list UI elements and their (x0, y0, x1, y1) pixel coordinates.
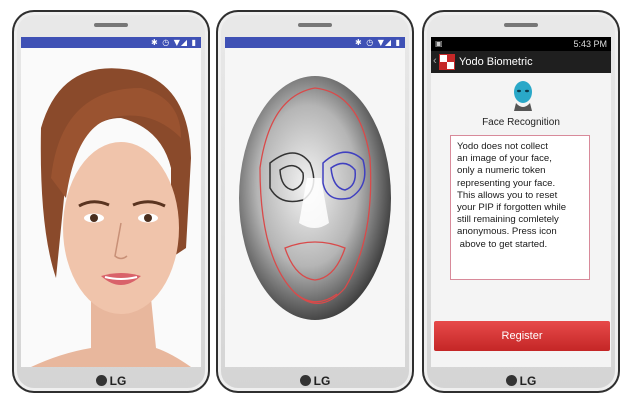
phone-speaker (504, 23, 538, 27)
lg-logo: LG (422, 374, 620, 388)
face-recognition-label: Face Recognition (482, 117, 560, 128)
back-chevron-icon[interactable]: ‹ (433, 55, 437, 67)
lg-brand-text: LG (519, 374, 537, 388)
app-title: Yodo Biometric (459, 56, 533, 68)
info-line: This allows you to reset (457, 189, 558, 201)
info-line: representing your face. (457, 177, 556, 189)
info-line: an image of your face, (457, 153, 552, 165)
lg-logo-icon (505, 375, 517, 386)
status-bar: ✱ ◷ ▼◢ ▮ (21, 37, 201, 48)
status-bar: ✱ ◷ ▼◢ ▮ (225, 37, 405, 48)
lg-logo: LG (216, 374, 414, 388)
lg-brand-text: LG (313, 374, 331, 388)
lg-brand-text: LG (109, 374, 127, 388)
phone-2-screen: ✱ ◷ ▼◢ ▮ (225, 37, 405, 367)
info-line: anonymous. Press icon (457, 226, 557, 238)
status-icons: ✱ ◷ ▼◢ ▮ (354, 38, 401, 47)
info-line: above to get started. (457, 238, 548, 250)
face-scan-icon[interactable] (512, 81, 534, 111)
lg-logo-icon (95, 375, 107, 386)
notification-icon: ▣ (435, 39, 443, 48)
phone-speaker (94, 23, 128, 27)
phone-1-screen: ✱ ◷ ▼◢ ▮ (21, 37, 201, 367)
face-photo (21, 48, 201, 367)
status-icons: ✱ ◷ ▼◢ ▮ (150, 38, 197, 47)
register-button[interactable]: Register (434, 321, 610, 351)
app-content: Face Recognition Yodo does not collect a… (431, 73, 611, 367)
phone-3: ▣ 5:43 PM ‹ Yodo Biometric Face Recognit… (422, 10, 620, 393)
phone-3-screen: ▣ 5:43 PM ‹ Yodo Biometric Face Recognit… (431, 37, 611, 367)
info-line: Yodo does not collect (457, 141, 548, 152)
yodo-logo-icon (439, 54, 455, 70)
phone-1: ✱ ◷ ▼◢ ▮ LG (12, 10, 210, 393)
info-line: still remaining comletely (457, 214, 559, 226)
status-bar: ▣ 5:43 PM (431, 37, 611, 51)
app-bar: ‹ Yodo Biometric (431, 51, 611, 73)
lg-logo-icon (299, 375, 311, 386)
phone-2: ✱ ◷ ▼◢ ▮ LG (216, 10, 414, 393)
info-line: only a numeric token (457, 165, 546, 177)
status-time: 5:43 PM (573, 39, 607, 49)
lg-logo: LG (12, 374, 210, 388)
face-depth-map (225, 48, 405, 367)
phone-speaker (298, 23, 332, 27)
info-line: your PIP if forgotten while (457, 202, 567, 214)
info-box: Yodo does not collect an image of your f… (450, 135, 590, 280)
